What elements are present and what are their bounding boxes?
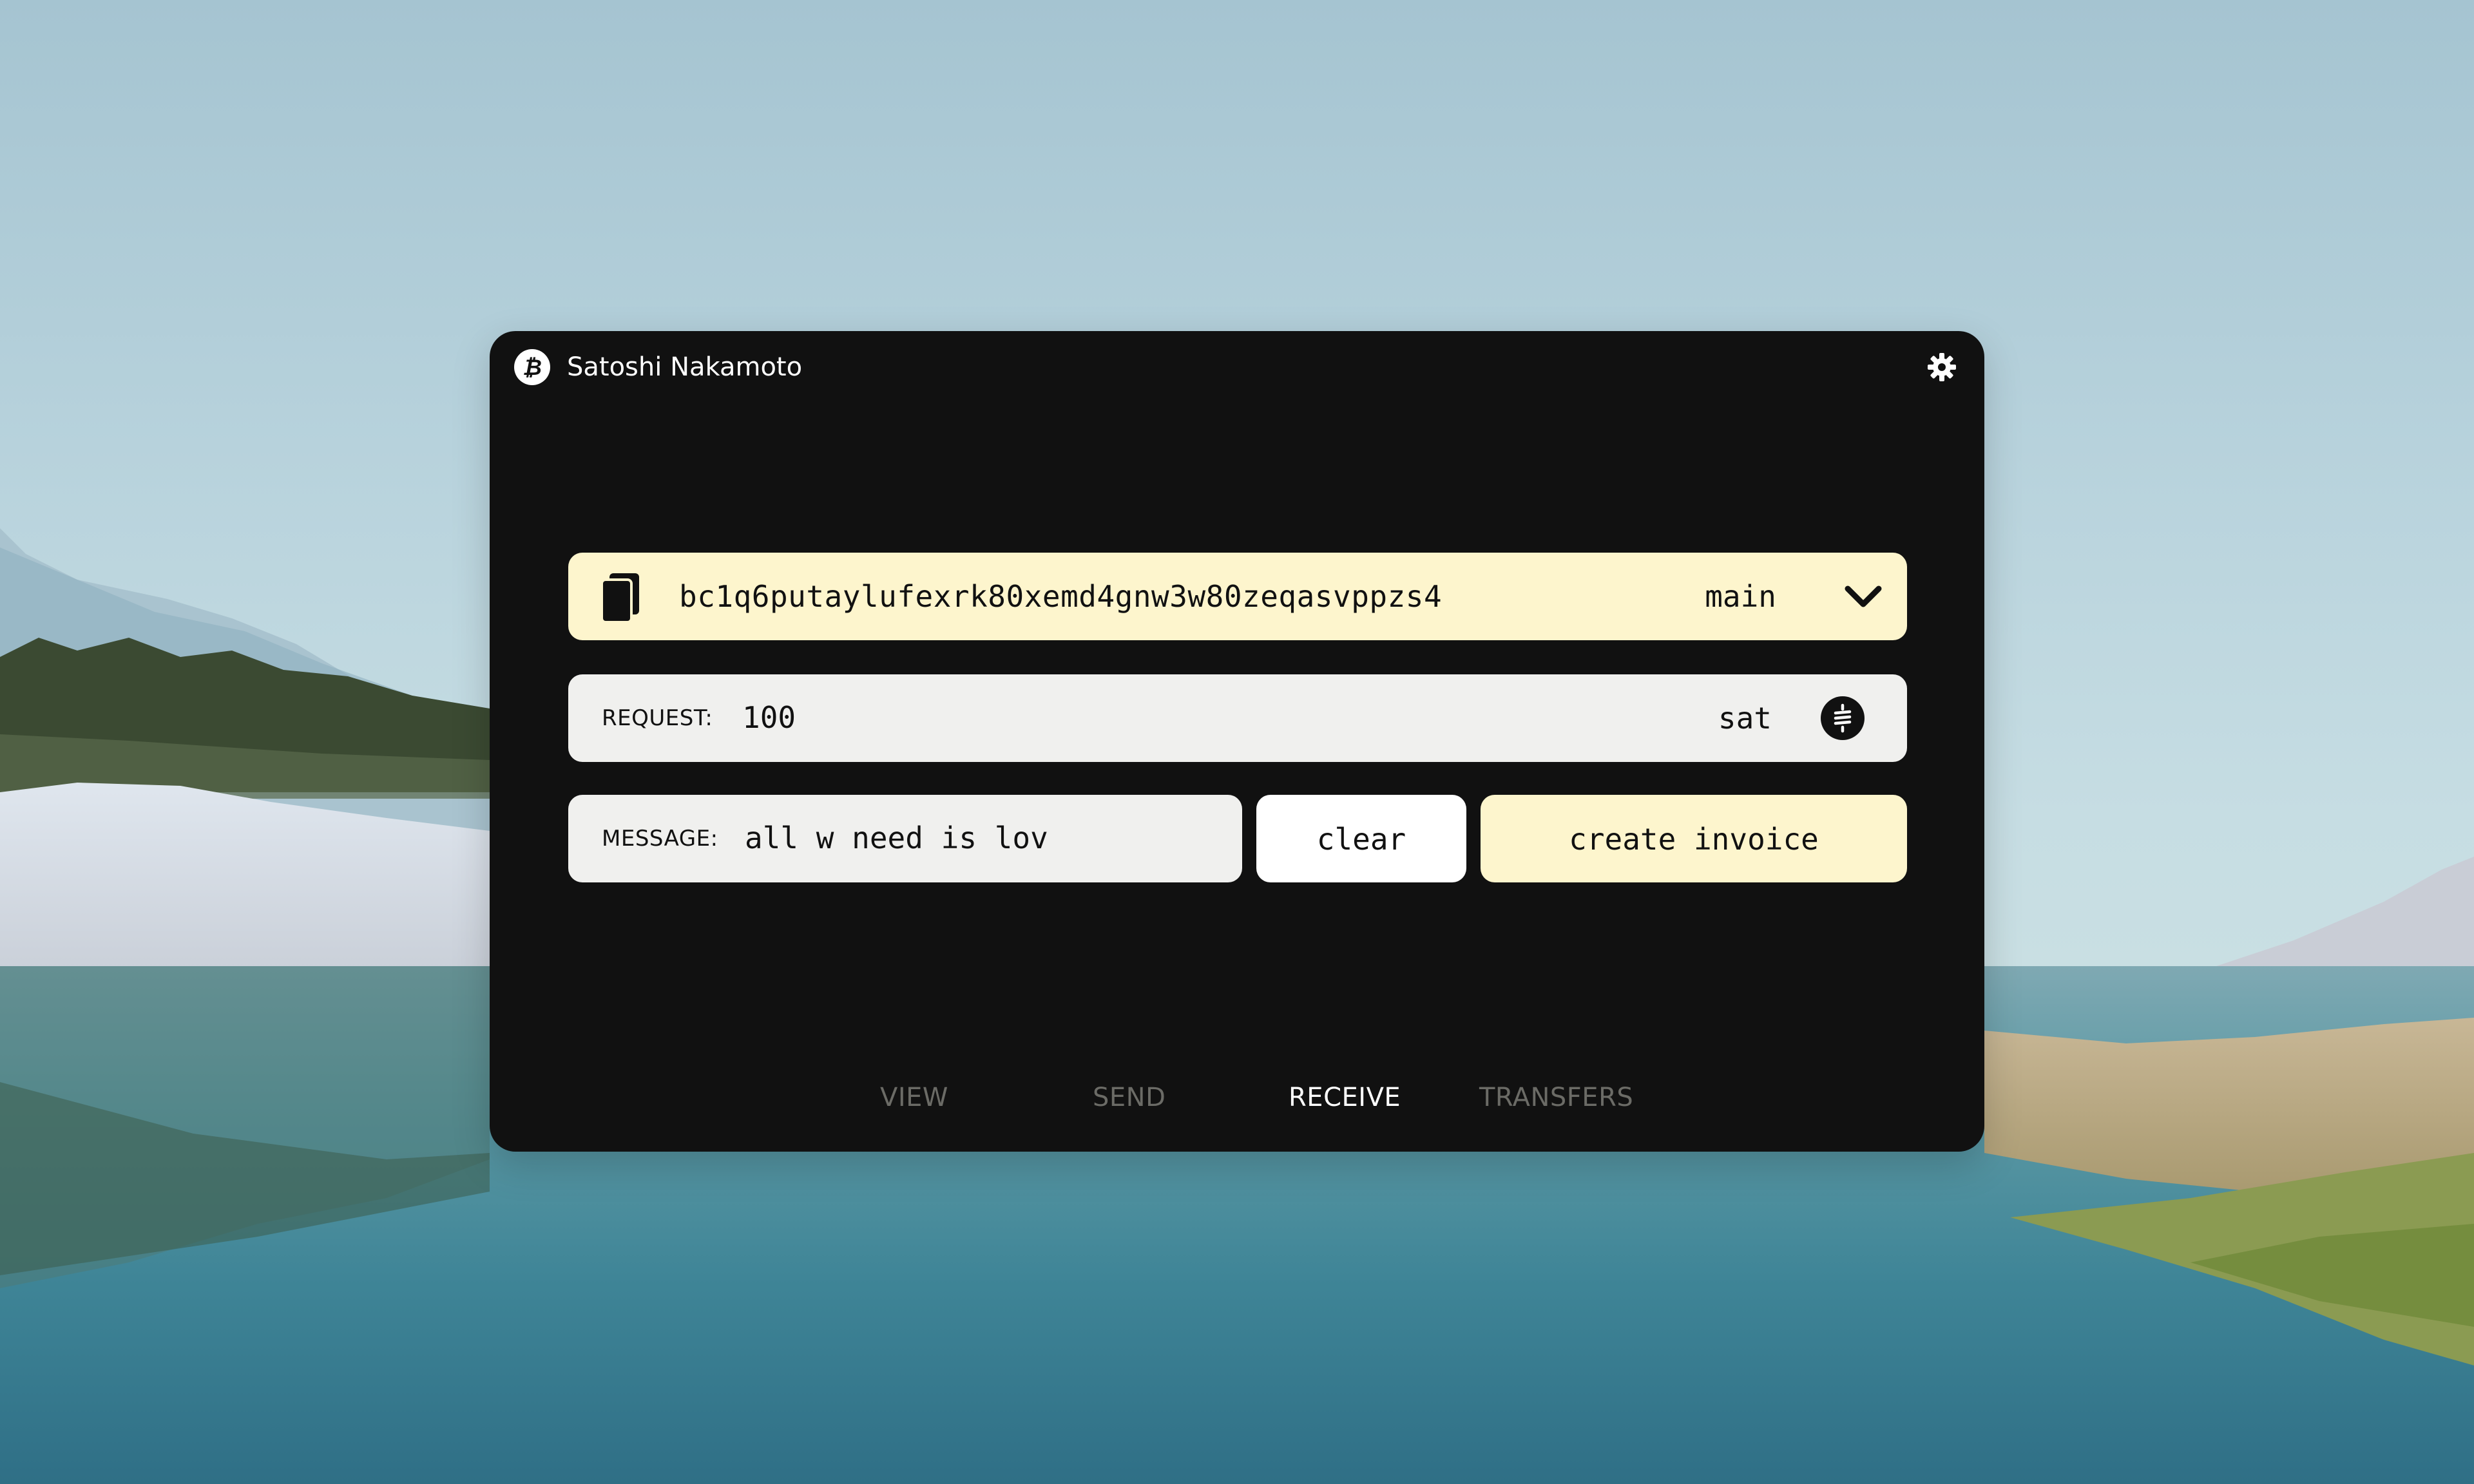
chevron-down-icon[interactable] bbox=[1843, 578, 1884, 614]
unit-label: sat bbox=[1718, 701, 1772, 736]
amount-input[interactable] bbox=[742, 696, 1451, 739]
tab-receive[interactable]: RECEIVE bbox=[1289, 1078, 1401, 1117]
wallet-window: ₿ Satoshi Nakamoto bc1q6putaylufexrk80xe… bbox=[490, 331, 1984, 1152]
tab-view[interactable]: VIEW bbox=[880, 1078, 948, 1117]
wallet-address: bc1q6putaylufexrk80xemd4gnw3w80zeqasvppz… bbox=[679, 579, 1443, 614]
network-label: main bbox=[1705, 579, 1776, 614]
create-invoice-button[interactable]: create invoice bbox=[1481, 795, 1907, 882]
request-label: REQUEST: bbox=[602, 705, 713, 731]
tab-transfers[interactable]: TRANSFERS bbox=[1479, 1078, 1633, 1117]
sats-icon[interactable] bbox=[1821, 696, 1865, 740]
message-label: MESSAGE: bbox=[602, 826, 718, 851]
copy-icon[interactable] bbox=[600, 572, 642, 623]
gear-icon[interactable] bbox=[1925, 350, 1959, 384]
title-bar: ₿ Satoshi Nakamoto bbox=[490, 331, 1984, 402]
tab-send[interactable]: SEND bbox=[1093, 1078, 1165, 1117]
message-input[interactable] bbox=[745, 817, 1222, 859]
message-field: MESSAGE: bbox=[568, 795, 1242, 882]
window-title: Satoshi Nakamoto bbox=[567, 352, 803, 382]
bottom-tabs: VIEW SEND RECEIVE TRANSFERS bbox=[490, 1078, 1984, 1130]
request-amount-field: REQUEST: sat bbox=[568, 674, 1907, 762]
svg-text:₿: ₿ bbox=[523, 355, 542, 381]
clear-button[interactable]: clear bbox=[1256, 795, 1466, 882]
address-selector[interactable]: bc1q6putaylufexrk80xemd4gnw3w80zeqasvppz… bbox=[568, 553, 1907, 640]
bitcoin-icon: ₿ bbox=[514, 349, 550, 385]
